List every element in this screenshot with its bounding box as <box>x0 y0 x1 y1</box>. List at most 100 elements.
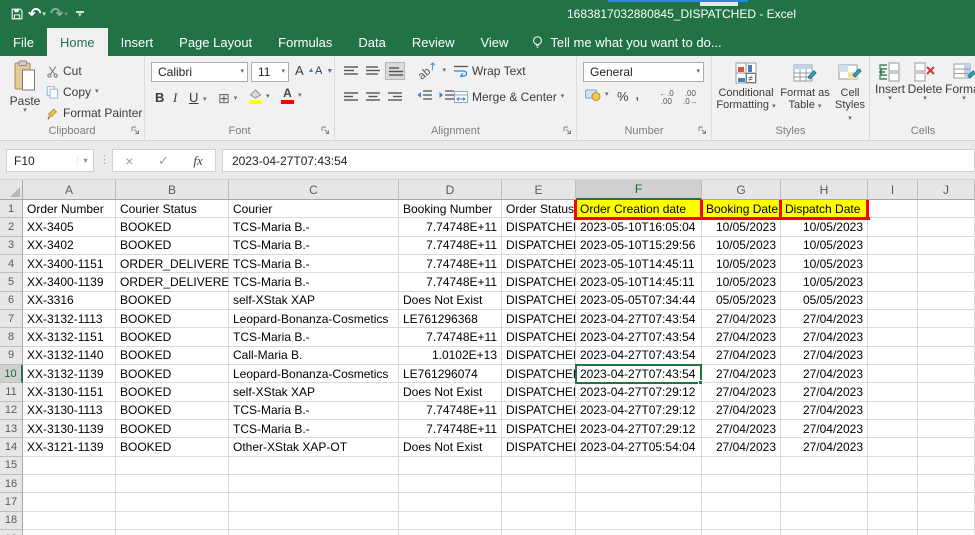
cell-H1[interactable]: Dispatch Date <box>781 200 868 218</box>
clipboard-dialog-launcher-icon[interactable] <box>131 126 140 135</box>
cell-I7[interactable] <box>868 310 918 328</box>
cell-F4[interactable]: 2023-05-10T14:45:11 <box>576 255 702 273</box>
cell-B5[interactable]: ORDER_DELIVERED <box>116 273 229 291</box>
insert-function-icon[interactable]: fx <box>193 153 202 169</box>
cell-G5[interactable]: 10/05/2023 <box>702 273 781 291</box>
cell-F5[interactable]: 2023-05-10T14:45:11 <box>576 273 702 291</box>
cell-H14[interactable]: 27/04/2023 <box>781 438 868 456</box>
cell-I4[interactable] <box>868 255 918 273</box>
cell-D16[interactable] <box>399 475 502 493</box>
cell-B14[interactable]: BOOKED <box>116 438 229 456</box>
cell-B13[interactable]: BOOKED <box>116 420 229 438</box>
cell-J6[interactable] <box>918 292 975 310</box>
cell-C11[interactable]: self-XStak XAP <box>229 383 399 401</box>
cell-J14[interactable] <box>918 438 975 456</box>
cell-C13[interactable]: TCS-Maria B.- <box>229 420 399 438</box>
cell-A3[interactable]: XX-3402 <box>23 237 116 255</box>
format-painter-button[interactable]: Format Painter <box>46 106 142 120</box>
format-cells-button[interactable]: Format ▾ <box>944 62 975 102</box>
cell-F15[interactable] <box>576 457 702 475</box>
cell-E11[interactable]: DISPATCHED <box>502 383 576 401</box>
cell-J15[interactable] <box>918 457 975 475</box>
cell-C2[interactable]: TCS-Maria B.- <box>229 218 399 236</box>
cell-D3[interactable]: 7.74748E+11 <box>399 237 502 255</box>
row-header-12[interactable]: 12 <box>0 402 23 420</box>
column-header-H[interactable]: H <box>781 180 868 200</box>
cell-H18[interactable] <box>781 512 868 530</box>
cell-C7[interactable]: Leopard-Bonanza-Cosmetics <box>229 310 399 328</box>
cell-H9[interactable]: 27/04/2023 <box>781 347 868 365</box>
cell-D1[interactable]: Booking Number <box>399 200 502 218</box>
cell-G19[interactable] <box>702 530 781 535</box>
align-right-button[interactable] <box>385 88 405 106</box>
enter-icon[interactable]: ✓ <box>158 153 169 169</box>
cell-D6[interactable]: Does Not Exist <box>399 292 502 310</box>
tab-data[interactable]: Data <box>345 28 398 56</box>
number-format-combo[interactable]: General▾ <box>583 62 704 82</box>
align-top-button[interactable] <box>341 62 361 80</box>
cell-I6[interactable] <box>868 292 918 310</box>
column-header-F[interactable]: F <box>576 180 702 200</box>
number-dialog-launcher-icon[interactable] <box>698 126 707 135</box>
cell-H19[interactable] <box>781 530 868 535</box>
cell-C15[interactable] <box>229 457 399 475</box>
cell-G8[interactable]: 27/04/2023 <box>702 328 781 346</box>
cell-I18[interactable] <box>868 512 918 530</box>
row-header-14[interactable]: 14 <box>0 438 23 456</box>
column-header-G[interactable]: G <box>702 180 781 200</box>
cell-J5[interactable] <box>918 273 975 291</box>
cell-H12[interactable]: 27/04/2023 <box>781 402 868 420</box>
cell-A15[interactable] <box>23 457 116 475</box>
conditional-formatting-button[interactable]: ≠ ConditionalFormatting ▾ <box>714 61 778 111</box>
cell-F19[interactable] <box>576 530 702 535</box>
cell-E16[interactable] <box>502 475 576 493</box>
font-size-combo[interactable]: 11▾ <box>251 62 289 82</box>
customize-qat-icon[interactable]: ▾ <box>76 11 84 18</box>
column-header-B[interactable]: B <box>116 180 229 200</box>
cell-G3[interactable]: 10/05/2023 <box>702 237 781 255</box>
cell-F13[interactable]: 2023-04-27T07:29:12 <box>576 420 702 438</box>
cell-H17[interactable] <box>781 493 868 511</box>
cell-G17[interactable] <box>702 493 781 511</box>
font-dialog-launcher-icon[interactable] <box>321 126 330 135</box>
cell-D9[interactable]: 1.0102E+13 <box>399 347 502 365</box>
font-name-combo[interactable]: Calibri▾ <box>151 62 248 82</box>
cell-D17[interactable] <box>399 493 502 511</box>
cell-C16[interactable] <box>229 475 399 493</box>
cell-F1[interactable]: Order Creation date <box>576 200 702 218</box>
cell-B17[interactable] <box>116 493 229 511</box>
cell-G10[interactable]: 27/04/2023 <box>702 365 781 383</box>
cell-C14[interactable]: Other-XStak XAP-OT <box>229 438 399 456</box>
cell-B12[interactable]: BOOKED <box>116 402 229 420</box>
cell-H2[interactable]: 10/05/2023 <box>781 218 868 236</box>
cell-F14[interactable]: 2023-04-27T05:54:04 <box>576 438 702 456</box>
row-header-7[interactable]: 7 <box>0 310 23 328</box>
cell-G14[interactable]: 27/04/2023 <box>702 438 781 456</box>
cell-D13[interactable]: 7.74748E+11 <box>399 420 502 438</box>
cell-G16[interactable] <box>702 475 781 493</box>
cell-I8[interactable] <box>868 328 918 346</box>
cell-E1[interactable]: Order Status <box>502 200 576 218</box>
cell-A6[interactable]: XX-3316 <box>23 292 116 310</box>
cell-E3[interactable]: DISPATCHED <box>502 237 576 255</box>
align-middle-button[interactable] <box>363 62 383 80</box>
percent-style-button[interactable]: % <box>617 89 629 104</box>
cell-E6[interactable]: DISPATCHED <box>502 292 576 310</box>
italic-button[interactable]: I <box>173 90 177 106</box>
cell-F2[interactable]: 2023-05-10T16:05:04 <box>576 218 702 236</box>
undo-caret-icon[interactable]: ▾ <box>42 11 46 18</box>
cell-F8[interactable]: 2023-04-27T07:43:54 <box>576 328 702 346</box>
cell-I3[interactable] <box>868 237 918 255</box>
font-color-button[interactable]: A ▾ <box>281 88 302 104</box>
cell-H5[interactable]: 10/05/2023 <box>781 273 868 291</box>
cell-A10[interactable]: XX-3132-1139 <box>23 365 116 383</box>
cell-G6[interactable]: 05/05/2023 <box>702 292 781 310</box>
row-header-4[interactable]: 4 <box>0 255 23 273</box>
row-header-18[interactable]: 18 <box>0 512 23 530</box>
cell-J12[interactable] <box>918 402 975 420</box>
cell-E18[interactable] <box>502 512 576 530</box>
redo-caret-icon[interactable]: ▾ <box>64 11 68 18</box>
cell-J11[interactable] <box>918 383 975 401</box>
row-header-17[interactable]: 17 <box>0 493 23 511</box>
cell-F11[interactable]: 2023-04-27T07:29:12 <box>576 383 702 401</box>
